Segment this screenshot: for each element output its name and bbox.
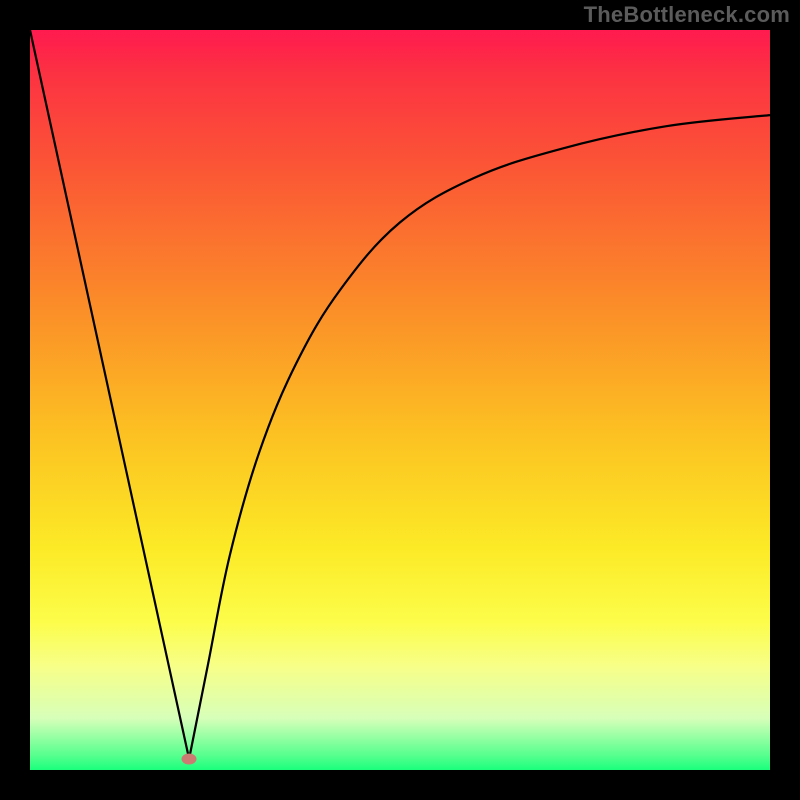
plot-area [30, 30, 770, 770]
chart-frame: TheBottleneck.com [0, 0, 800, 800]
watermark-text: TheBottleneck.com [584, 2, 790, 28]
curve-left-leg [30, 30, 189, 759]
minimum-marker [182, 753, 197, 764]
curve-right-leg [189, 115, 770, 759]
curve-layer [30, 30, 770, 770]
